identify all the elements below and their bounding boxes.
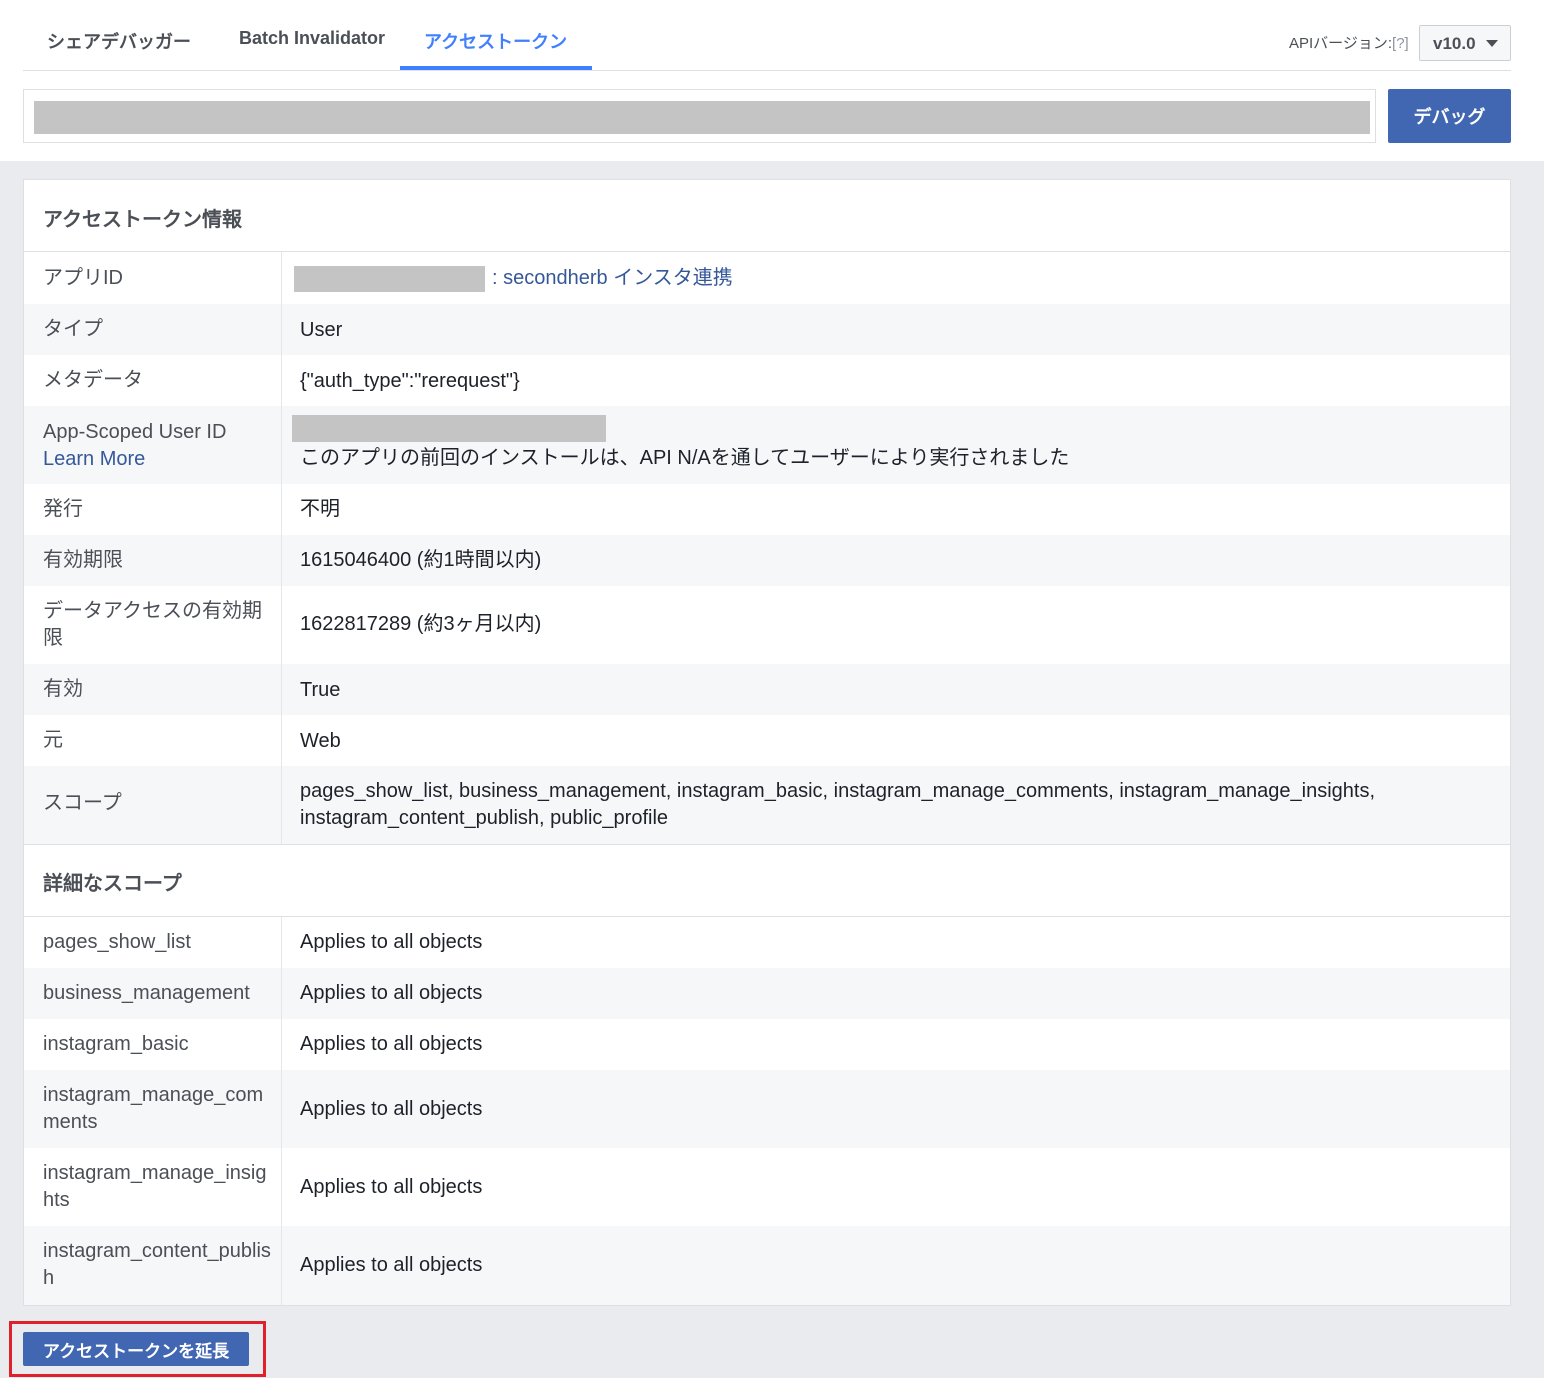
- row-app-id: アプリID : secondherb インスタ連携: [24, 252, 1510, 304]
- metadata-value: {"auth_type":"rerequest"}: [300, 370, 520, 392]
- row-metadata: メタデータ {"auth_type":"rerequest"}: [24, 355, 1510, 406]
- app-id-label: アプリID: [43, 267, 123, 289]
- token-info-panel: アクセストークン情報 アプリID : secondherb インスタ連携 タイプ…: [23, 179, 1511, 1306]
- learn-more-link[interactable]: Learn More: [43, 448, 145, 470]
- app-id-value: : secondherb インスタ連携: [294, 265, 1484, 292]
- redacted-user-id: [292, 415, 606, 442]
- scopes-label: スコープ: [43, 792, 122, 814]
- scope-applies: Applies to all objects: [300, 1176, 483, 1198]
- scope-name: instagram_content_publish: [43, 1240, 271, 1289]
- valid-value: True: [300, 679, 341, 701]
- row-data-access: データアクセスの有効期限 1622817289 (約3ヶ月以内): [24, 586, 1510, 664]
- origin-value: Web: [300, 730, 341, 752]
- chevron-down-icon: [1486, 40, 1498, 47]
- scope-name: instagram_manage_insights: [43, 1162, 267, 1211]
- redacted-token: [34, 101, 1370, 134]
- redacted-app-id: [294, 265, 485, 292]
- tab-batch-invalidator[interactable]: Batch Invalidator: [239, 28, 385, 49]
- install-note: このアプリの前回のインストールは、API N/Aを通してユーザーにより実行されま…: [300, 447, 1070, 469]
- row-scopes: スコープ pages_show_list, business_managemen…: [24, 766, 1510, 844]
- row-user-id: App-Scoped User ID Learn More このアプリの前回のイン…: [24, 406, 1510, 484]
- detail-scopes-title: 詳細なスコープ: [24, 844, 1510, 917]
- data-access-label: データアクセスの有効期限: [43, 600, 262, 649]
- valid-label: 有効: [43, 678, 83, 700]
- table-row: business_management Applies to all objec…: [24, 968, 1510, 1019]
- row-issued: 発行 不明: [24, 484, 1510, 535]
- extend-token-button[interactable]: アクセストークンを延長: [23, 1332, 249, 1366]
- type-label: タイプ: [43, 318, 103, 340]
- row-origin: 元 Web: [24, 715, 1510, 766]
- issued-value: 不明: [300, 498, 340, 520]
- scope-applies: Applies to all objects: [300, 931, 483, 953]
- issued-label: 発行: [43, 498, 83, 520]
- scope-applies: Applies to all objects: [300, 1254, 483, 1276]
- api-version-value: v10.0: [1433, 34, 1476, 53]
- tab-bar: シェアデバッガー Batch Invalidator アクセストークン APIバ…: [23, 0, 1511, 71]
- api-help-link[interactable]: [?]: [1392, 35, 1409, 52]
- metadata-label: メタデータ: [43, 369, 143, 391]
- type-value[interactable]: User: [300, 317, 1490, 344]
- scope-applies: Applies to all objects: [300, 982, 483, 1004]
- row-type: タイプ User: [24, 304, 1510, 355]
- scope-name: instagram_manage_comments: [43, 1084, 264, 1133]
- extend-highlight: アクセストークンを延長: [9, 1321, 266, 1377]
- scope-name: pages_show_list: [43, 931, 191, 953]
- app-link[interactable]: : secondherb インスタ連携: [492, 267, 733, 289]
- scope-name: business_management: [43, 982, 250, 1004]
- debug-button[interactable]: デバッグ: [1388, 89, 1511, 143]
- scope-applies: Applies to all objects: [300, 1033, 483, 1055]
- table-row: instagram_manage_insights Applies to all…: [24, 1148, 1510, 1226]
- expires-label: 有効期限: [43, 549, 123, 571]
- scope-name: instagram_basic: [43, 1033, 189, 1055]
- expires-value: 1615046400 (約1時間以内): [300, 549, 542, 571]
- scopes-value[interactable]: pages_show_list, business_management, in…: [300, 778, 1490, 832]
- scope-applies: Applies to all objects: [300, 1098, 483, 1120]
- access-token-input[interactable]: [23, 89, 1376, 143]
- user-id-label: App-Scoped User ID Learn More: [43, 421, 227, 470]
- data-access-value: 1622817289 (約3ヶ月以内): [300, 613, 542, 635]
- api-version-select[interactable]: v10.0: [1419, 25, 1511, 61]
- tab-access-token[interactable]: アクセストークン: [424, 28, 567, 54]
- row-valid: 有効 True: [24, 664, 1510, 715]
- table-row: pages_show_list Applies to all objects: [24, 917, 1510, 968]
- table-row: instagram_content_publish Applies to all…: [24, 1226, 1510, 1305]
- origin-label: 元: [43, 729, 63, 751]
- table-row: instagram_basic Applies to all objects: [24, 1019, 1510, 1070]
- active-tab-indicator: [400, 66, 592, 70]
- row-expires: 有効期限 1615046400 (約1時間以内): [24, 535, 1510, 586]
- token-info-title: アクセストークン情報: [24, 180, 1510, 252]
- api-version-label: APIバージョン:[?]: [1289, 35, 1409, 52]
- table-row: instagram_manage_comments Applies to all…: [24, 1070, 1510, 1148]
- tab-sharing-debugger[interactable]: シェアデバッガー: [47, 28, 191, 54]
- top-bar: シェアデバッガー Batch Invalidator アクセストークン APIバ…: [0, 0, 1544, 161]
